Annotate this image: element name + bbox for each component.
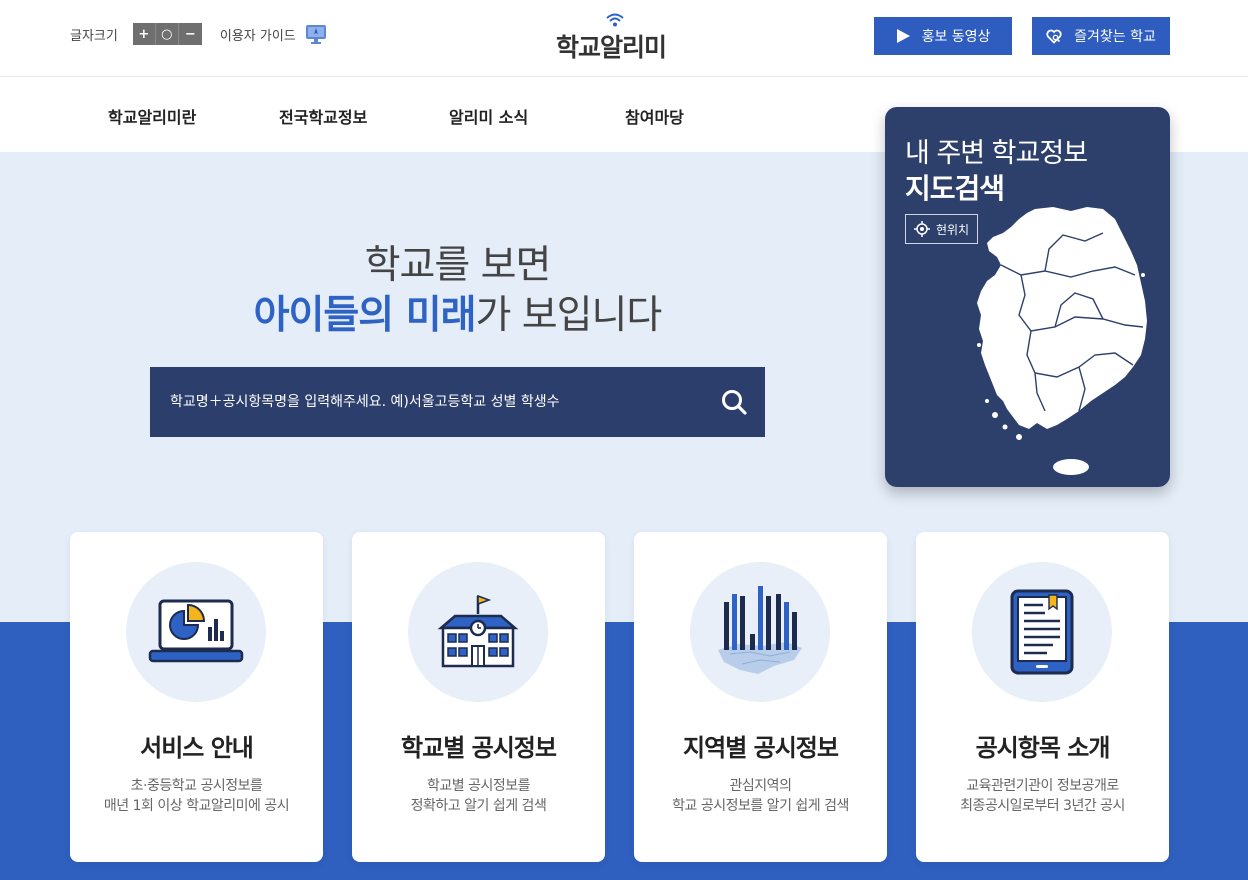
wifi-signal-icon bbox=[606, 13, 624, 27]
utility-bar: 글자크기 + ○ − 이용자 가이드 bbox=[70, 23, 327, 45]
top-header: 글자크기 + ○ − 이용자 가이드 학교알리미 홍보 동영상 즐겨찾는 학교 bbox=[0, 0, 1248, 77]
map-search-card[interactable]: 내 주변 학교정보 지도검색 현위치 bbox=[885, 107, 1170, 487]
card-desc-line1: 초·중등학교 공시정보를 bbox=[130, 778, 263, 794]
play-icon bbox=[896, 29, 910, 43]
slogan-line2: 아이들의 미래가 보입니다 bbox=[0, 284, 915, 340]
service-card-regional-info[interactable]: 지역별 공시정보 관심지역의 학교 공시정보를 알기 쉽게 검색 bbox=[634, 532, 887, 862]
font-size-label: 글자크기 bbox=[70, 28, 118, 44]
nav-item-participation[interactable]: 참여마당 bbox=[625, 104, 684, 128]
nav-item-about[interactable]: 학교알리미란 bbox=[108, 104, 196, 128]
site-logo[interactable]: 학교알리미 bbox=[556, 12, 682, 62]
card-title: 학교별 공시정보 bbox=[401, 734, 557, 762]
regional-bar-map-icon bbox=[718, 586, 802, 674]
user-guide-label: 이용자 가이드 bbox=[219, 28, 296, 44]
search-button[interactable] bbox=[703, 367, 765, 437]
card-icon-circle bbox=[408, 562, 548, 702]
map-card-title: 지도검색 bbox=[905, 172, 1005, 205]
favorite-schools-button[interactable]: 즐겨찾는 학교 bbox=[1032, 17, 1170, 55]
search-input[interactable] bbox=[150, 367, 703, 437]
slogan-highlight: 아이들의 미래 bbox=[253, 293, 477, 338]
font-increase-button[interactable]: + bbox=[132, 23, 156, 45]
slogan-line1: 학교를 보면 bbox=[364, 243, 552, 288]
card-desc-line1: 교육관련기관이 정보공개로 bbox=[966, 778, 1119, 794]
card-icon-circle bbox=[972, 562, 1112, 702]
search-icon bbox=[722, 390, 747, 415]
korea-map-icon bbox=[977, 207, 1147, 475]
search-bar bbox=[150, 367, 765, 437]
service-card-school-info[interactable]: 학교별 공시정보 학교별 공시정보를 정확하고 알기 쉽게 검색 bbox=[352, 532, 605, 862]
card-desc-line2: 학교 공시정보를 알기 쉽게 검색 bbox=[672, 798, 849, 814]
heart-search-icon bbox=[1046, 29, 1062, 44]
current-location-label: 현위치 bbox=[935, 222, 970, 237]
service-card-disclosure-items[interactable]: 공시항목 소개 교육관련기관이 정보공개로 최종공시일로부터 3년간 공시 bbox=[916, 532, 1169, 862]
current-location-button[interactable]: 현위치 bbox=[905, 214, 978, 244]
card-desc-line2: 최종공시일로부터 3년간 공시 bbox=[960, 798, 1125, 814]
card-desc-line1: 관심지역의 bbox=[729, 778, 792, 794]
logo-text: 학교알리미 bbox=[556, 33, 667, 62]
font-decrease-button[interactable]: − bbox=[178, 23, 202, 45]
card-desc-line1: 학교별 공시정보를 bbox=[427, 778, 531, 794]
monitor-icon bbox=[305, 25, 326, 44]
service-card-guide[interactable]: 서비스 안내 초·중등학교 공시정보를 매년 1회 이상 학교알리미에 공시 bbox=[70, 532, 323, 862]
map-card-subtitle: 내 주변 학교정보 bbox=[905, 138, 1088, 169]
tablet-document-icon bbox=[1010, 589, 1074, 675]
crosshair-icon bbox=[913, 221, 930, 237]
laptop-chart-icon bbox=[148, 599, 244, 663]
favorite-schools-label: 즐겨찾는 학교 bbox=[1074, 29, 1156, 45]
user-guide-link[interactable]: 이용자 가이드 bbox=[220, 24, 327, 44]
font-reset-button[interactable]: ○ bbox=[155, 23, 179, 45]
promo-video-button[interactable]: 홍보 동영상 bbox=[874, 17, 1012, 55]
card-desc-line2: 매년 1회 이상 학교알리미에 공시 bbox=[103, 798, 290, 814]
card-desc-line2: 정확하고 알기 쉽게 검색 bbox=[410, 798, 547, 814]
card-icon-circle bbox=[126, 562, 266, 702]
card-title: 지역별 공시정보 bbox=[683, 734, 839, 762]
slogan-rest: 가 보입니다 bbox=[475, 293, 663, 338]
card-title: 서비스 안내 bbox=[140, 734, 254, 762]
nav-item-news[interactable]: 알리미 소식 bbox=[449, 104, 528, 128]
font-size-controls: + ○ − bbox=[132, 23, 202, 45]
card-icon-circle bbox=[690, 562, 830, 702]
school-building-icon bbox=[437, 594, 519, 668]
nav-item-school-info[interactable]: 전국학교정보 bbox=[279, 104, 367, 128]
card-title: 공시항목 소개 bbox=[975, 734, 1111, 762]
promo-video-label: 홍보 동영상 bbox=[921, 29, 991, 45]
